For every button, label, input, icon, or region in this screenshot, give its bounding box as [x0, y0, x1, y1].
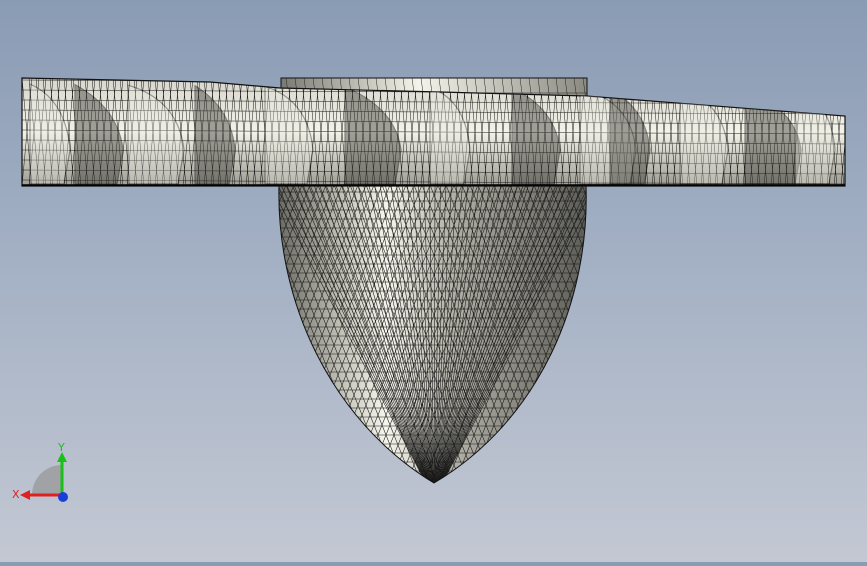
model-view[interactable]	[0, 0, 867, 562]
x-axis-arrowhead	[20, 490, 30, 500]
triad-plane-icon	[32, 465, 62, 495]
orientation-triad[interactable]: Y X	[10, 440, 80, 510]
blade-11	[679, 89, 729, 185]
runner-cone	[278, 184, 587, 484]
x-axis-label: X	[12, 488, 20, 501]
blade-12	[744, 89, 802, 185]
blade-ring	[21, 77, 846, 187]
graphics-viewport[interactable]: Y X	[0, 0, 867, 562]
blade-13	[794, 90, 836, 185]
z-axis-dot	[58, 492, 68, 502]
y-axis-label: Y	[57, 441, 65, 454]
